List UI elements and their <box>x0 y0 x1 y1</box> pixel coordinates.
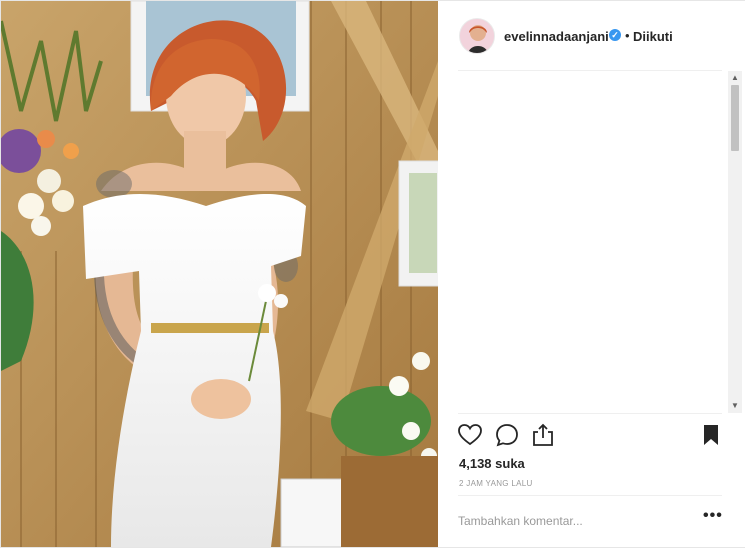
share-button[interactable] <box>530 422 558 450</box>
heart-outline-icon <box>458 424 482 446</box>
like-button[interactable] <box>457 422 485 450</box>
likes-count[interactable]: 4,138 suka <box>459 456 525 471</box>
avatar-image <box>460 19 494 53</box>
comment-button[interactable] <box>494 422 522 450</box>
save-button[interactable] <box>698 422 726 450</box>
scroll-down-arrow-icon[interactable]: ▼ <box>728 401 742 411</box>
comments-scrollbar[interactable]: ▲ ▼ <box>728 71 742 413</box>
instagram-post: evelinnadaanjani ✓ • Diikuti ▲ ▼ 4,138 s… <box>0 0 745 548</box>
actions-divider <box>458 413 722 414</box>
comments-area[interactable] <box>438 71 745 413</box>
add-comment-divider <box>458 495 722 496</box>
header-separator: • <box>625 28 630 43</box>
more-options-icon[interactable]: ••• <box>703 508 723 527</box>
post-photo[interactable] <box>1 1 438 547</box>
bookmark-filled-icon <box>704 425 718 445</box>
scrollbar-thumb[interactable] <box>731 85 739 151</box>
add-comment-input[interactable] <box>458 507 678 535</box>
username-link[interactable]: evelinnadaanjani <box>504 29 609 44</box>
share-upload-icon <box>533 423 553 446</box>
post-header: evelinnadaanjani ✓ • Diikuti <box>438 1 745 71</box>
follow-status-button[interactable]: Diikuti <box>633 29 673 44</box>
scroll-up-arrow-icon[interactable]: ▲ <box>728 73 742 83</box>
post-timestamp[interactable]: 2 JAM YANG LALU <box>459 479 533 488</box>
post-side-panel: evelinnadaanjani ✓ • Diikuti ▲ ▼ 4,138 s… <box>438 1 745 547</box>
post-photo-image <box>1 1 438 547</box>
user-avatar[interactable] <box>459 18 495 54</box>
verified-badge-icon: ✓ <box>609 29 621 41</box>
speech-bubble-icon <box>496 424 518 447</box>
